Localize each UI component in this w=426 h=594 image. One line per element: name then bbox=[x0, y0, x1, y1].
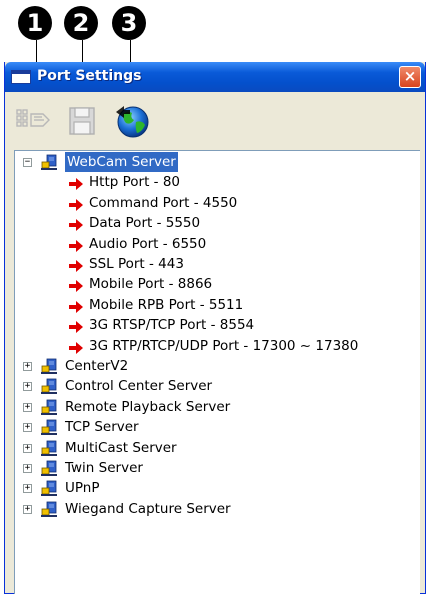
expand-toggle-icon[interactable]: + bbox=[23, 402, 32, 412]
tree-node-label: TCP Server bbox=[65, 419, 139, 436]
port-arrow-icon bbox=[69, 299, 83, 313]
port-arrow-icon bbox=[69, 238, 83, 252]
port-label: Command Port - 4550 bbox=[89, 194, 238, 211]
save-button[interactable] bbox=[61, 100, 101, 140]
collapse-toggle-icon[interactable]: − bbox=[23, 158, 32, 167]
port-tree[interactable]: − WebCam Server Http Port - 80 Command Port… bbox=[14, 150, 420, 594]
window-title: Port Settings bbox=[37, 68, 142, 84]
port-label: 3G RTSP/TCP Port - 8554 bbox=[89, 317, 255, 334]
port-list-item[interactable]: Audio Port - 6550 bbox=[15, 234, 415, 254]
expand-toggle-icon[interactable]: + bbox=[23, 423, 32, 433]
expand-toggle-icon[interactable]: + bbox=[23, 362, 32, 371]
server-icon bbox=[41, 440, 59, 456]
server-icon bbox=[41, 378, 59, 395]
tree-node-label: Wiegand Capture Server bbox=[65, 500, 231, 517]
port-label: SSL Port - 443 bbox=[89, 256, 184, 272]
tree-node-label: Control Center Server bbox=[65, 378, 213, 395]
tree-node-label: UPnP bbox=[65, 480, 100, 497]
globe-icon bbox=[116, 106, 149, 138]
port-arrow-icon bbox=[69, 197, 83, 211]
tree-node-server[interactable]: + UPnP bbox=[15, 478, 415, 498]
port-label: Http Port - 80 bbox=[89, 174, 180, 191]
port-label: Audio Port - 6550 bbox=[89, 235, 207, 252]
server-icon bbox=[41, 358, 59, 374]
port-label: Mobile RPB Port - 5511 bbox=[89, 296, 244, 313]
port-list-item[interactable]: Http Port - 80 bbox=[15, 172, 415, 192]
tree-node-label: MultiCast Server bbox=[65, 439, 177, 456]
port-arrow-icon bbox=[69, 176, 83, 191]
window-icon bbox=[11, 70, 31, 84]
port-label: 3G RTP/RTCP/UDP Port - 17300 ~ 17380 bbox=[89, 337, 359, 354]
toolbar bbox=[5, 92, 425, 146]
port-config-icon bbox=[16, 109, 50, 127]
port-list-item[interactable]: 3G RTP/RTCP/UDP Port - 17300 ~ 17380 bbox=[15, 336, 415, 356]
expand-toggle-icon[interactable]: + bbox=[23, 382, 32, 392]
tree-node-server[interactable]: + CenterV2 bbox=[15, 356, 415, 376]
tree-node-server[interactable]: + Wiegand Capture Server bbox=[15, 499, 415, 519]
expand-toggle-icon[interactable]: + bbox=[23, 443, 32, 453]
tree-node-server[interactable]: + MultiCast Server bbox=[15, 438, 415, 458]
tree-node-server[interactable]: + Remote Playback Server bbox=[15, 397, 415, 417]
tree-node-server[interactable]: + Twin Server bbox=[15, 458, 415, 478]
expand-toggle-icon[interactable]: + bbox=[23, 504, 32, 514]
tree-node-label: WebCam Server bbox=[65, 152, 178, 172]
port-label: Mobile Port - 8866 bbox=[89, 276, 213, 293]
save-icon bbox=[69, 107, 95, 135]
callout-3: 3 bbox=[112, 6, 146, 40]
callout-1: 1 bbox=[18, 6, 52, 40]
expand-toggle-icon[interactable]: + bbox=[23, 464, 32, 473]
port-config-button[interactable] bbox=[13, 100, 53, 140]
port-list-item[interactable]: Mobile Port - 8866 bbox=[15, 274, 415, 294]
expand-toggle-icon[interactable]: + bbox=[23, 484, 32, 494]
close-button[interactable]: × bbox=[399, 66, 421, 88]
tree-node-label: Remote Playback Server bbox=[65, 398, 231, 415]
port-arrow-icon bbox=[69, 319, 83, 334]
port-arrow-icon bbox=[69, 278, 83, 293]
server-icon bbox=[41, 480, 59, 497]
tree-node-server[interactable]: + Control Center Server bbox=[15, 376, 415, 396]
port-label: Data Port - 5550 bbox=[89, 215, 201, 232]
callout-2: 2 bbox=[64, 6, 98, 40]
port-arrow-icon bbox=[69, 217, 83, 232]
server-icon bbox=[41, 154, 59, 170]
server-icon bbox=[41, 419, 59, 436]
globe-button[interactable] bbox=[111, 100, 151, 140]
port-arrow-icon bbox=[69, 258, 83, 272]
tree-node-label: CenterV2 bbox=[65, 358, 129, 374]
port-list-item[interactable]: SSL Port - 443 bbox=[15, 254, 415, 274]
port-list-item[interactable]: Command Port - 4550 bbox=[15, 193, 415, 213]
server-icon bbox=[41, 501, 59, 517]
tree-node-label: Twin Server bbox=[65, 460, 143, 476]
server-icon bbox=[41, 399, 59, 415]
port-list-item[interactable]: Mobile RPB Port - 5511 bbox=[15, 295, 415, 315]
server-icon bbox=[41, 460, 59, 476]
tree-node-server[interactable]: + TCP Server bbox=[15, 417, 415, 437]
port-list-item[interactable]: Data Port - 5550 bbox=[15, 213, 415, 233]
port-list-item[interactable]: 3G RTSP/TCP Port - 8554 bbox=[15, 315, 415, 335]
port-arrow-icon bbox=[69, 340, 83, 354]
title-bar[interactable]: Port Settings × bbox=[5, 62, 425, 92]
tree-node-webcam-server[interactable]: − WebCam Server bbox=[15, 152, 415, 172]
